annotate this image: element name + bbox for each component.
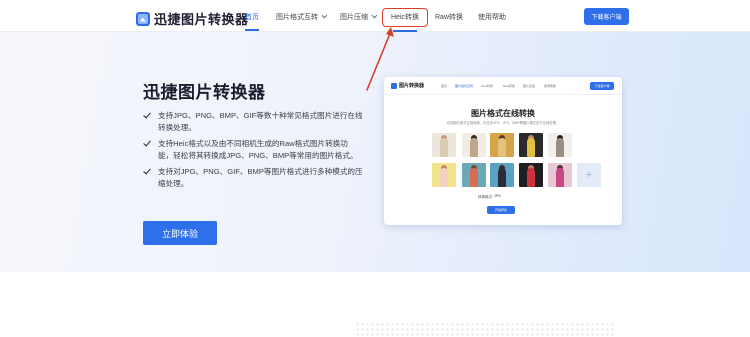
preview-nav-item: Heic转换 (481, 84, 494, 88)
nav-compress-label: 图片压缩 (340, 14, 368, 21)
preview-subtitle: 在线图片格式互相转换，可支持JPG、JPG、BMP等图片格式进行互转处理。 (446, 121, 560, 125)
preview-thumbnail (490, 133, 514, 157)
nav-format-convert[interactable]: 图片格式互转 (276, 12, 328, 22)
check-icon (143, 167, 152, 176)
preview-title: 图片格式在线转换 (471, 109, 535, 118)
decorative-dot-pattern (355, 322, 615, 337)
plus-icon: + (577, 163, 601, 187)
feature-text: 支持对JPG、PNG、GIF、BMP等图片格式进行多种模式的压缩处理。 (158, 167, 363, 188)
preview-thumbnail (519, 163, 543, 187)
nav-home[interactable]: 首页 (245, 12, 259, 31)
preview-thumbnail (548, 163, 572, 187)
nav-raw[interactable]: Raw转换 (435, 12, 463, 22)
preview-nav-item: 首页 (441, 84, 448, 88)
feature-item: 支持Heic格式以及由不同相机生成的Raw格式图片转换功能，轻松将其转换成JPG… (143, 138, 363, 162)
preview-header: 图片转换器 首页 图片格式互转 Heic转换 Raw转换 图片压缩 使用帮助 下… (384, 77, 622, 95)
hero-title: 迅捷图片转换器 (143, 83, 266, 102)
feature-text: 支持JPG、PNG、BMP、GIF等数十种常见格式图片进行在线转换处理。 (158, 111, 363, 132)
preview-screenshot: 图片转换器 首页 图片格式互转 Heic转换 Raw转换 图片压缩 使用帮助 下… (384, 77, 622, 225)
preview-thumbnail (432, 163, 456, 187)
preview-format-label: 转换格式: (478, 195, 493, 199)
chevron-down-icon (321, 12, 328, 19)
chevron-down-icon (371, 12, 378, 19)
preview-download-button: 下载客户端 (590, 82, 614, 90)
preview-logo-text: 图片转换器 (399, 83, 425, 89)
nav-format-convert-label: 图片格式互转 (276, 14, 318, 21)
preview-convert-button: 开始转换 (487, 206, 515, 214)
preview-thumbnail (490, 163, 514, 187)
preview-logo-icon (391, 83, 397, 89)
check-icon (143, 111, 152, 120)
feature-item: 支持对JPG、PNG、GIF、BMP等图片格式进行多种模式的压缩处理。 (143, 166, 363, 190)
preview-format-value: JPG (494, 194, 501, 198)
preview-thumbnail (548, 133, 572, 157)
preview-thumbnail (519, 133, 543, 157)
brand-logo[interactable]: 迅捷图片转换器 (136, 9, 249, 28)
image-logo-icon (136, 11, 150, 26)
preview-thumbnail (462, 163, 486, 187)
nav-help[interactable]: 使用帮助 (478, 12, 506, 22)
preview-nav-item: 图片格式互转 (455, 84, 474, 88)
preview-thumbnail (432, 133, 456, 157)
nav-compress[interactable]: 图片压缩 (340, 12, 378, 22)
preview-nav-item: 使用帮助 (544, 84, 557, 88)
try-now-button[interactable]: 立即体验 (143, 221, 217, 245)
feature-text: 支持Heic格式以及由不同相机生成的Raw格式图片转换功能，轻松将其转换成JPG… (158, 139, 358, 160)
preview-nav-item: Raw转换 (503, 84, 516, 88)
check-icon (143, 139, 152, 148)
feature-item: 支持JPG、PNG、BMP、GIF等数十种常见格式图片进行在线转换处理。 (143, 110, 363, 134)
preview-thumbnail (462, 133, 486, 157)
download-client-button[interactable]: 下载客户端 (584, 8, 629, 25)
brand-name: 迅捷图片转换器 (154, 12, 249, 27)
preview-nav-item: 图片压缩 (523, 84, 536, 88)
